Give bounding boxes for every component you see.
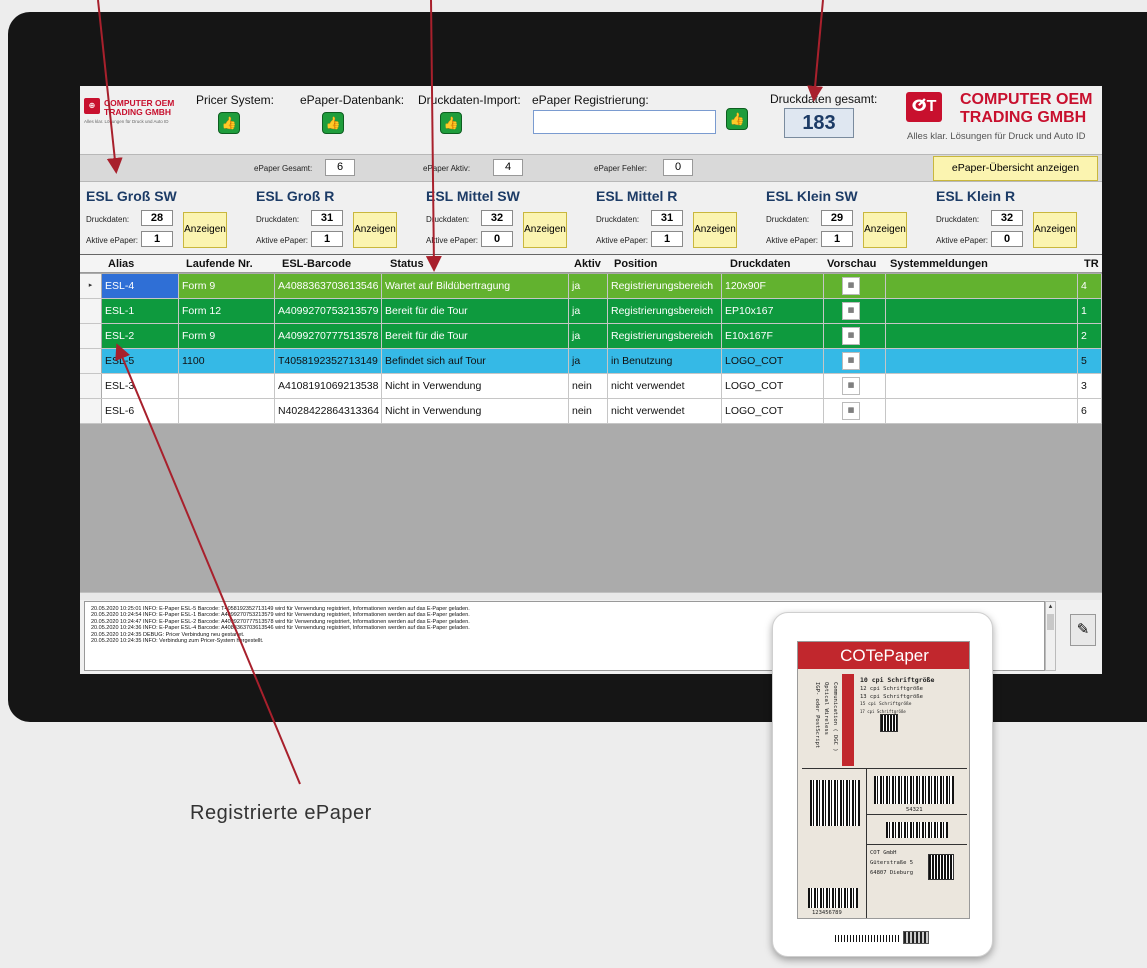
barcode-icon (874, 776, 954, 804)
arrow-to-status (425, 0, 442, 272)
epaper-red-bar (842, 674, 854, 766)
address-line: COT GmbH (870, 850, 897, 856)
divider (866, 768, 867, 918)
epaper-rotated-text-1: Communication ( DGC ) Optical Wireless I… (798, 682, 838, 772)
qr-code-icon (880, 714, 898, 732)
epaper-text: 13 cpi Schriftgröße (860, 694, 923, 700)
device-qr-icon (903, 931, 929, 944)
epaper-text: 12 cpi Schriftgröße (860, 686, 923, 692)
epaper-text: 15 cpi Schriftgröße (860, 702, 912, 707)
epaper-device: COTePaper Communication ( DGC ) Optical … (772, 612, 993, 957)
barcode-icon (808, 888, 858, 908)
barcode-icon (886, 822, 948, 838)
epaper-text: 10 cpi Schriftgröße (860, 676, 935, 684)
epaper-display: COTePaper Communication ( DGC ) Optical … (797, 641, 970, 919)
divider (866, 844, 967, 845)
epaper-header: COTePaper (798, 642, 969, 669)
epaper-text: IGP- oder PostScript (814, 682, 820, 749)
epaper-text: Optical Wireless (823, 682, 829, 735)
barcode-number: 54321 (906, 807, 923, 813)
arrow-to-registered-epaper (115, 343, 301, 785)
divider (802, 768, 967, 769)
annotation-caption: Registrierte ePaper (190, 802, 372, 824)
divider (866, 814, 967, 815)
device-barcode-icon (835, 935, 899, 942)
arrow-to-total (807, 0, 824, 102)
arrow-to-esl-gross-sw (97, 0, 123, 174)
barcode-number: 123456789 (812, 910, 842, 916)
address-line: Güterstraße 5 (870, 860, 914, 866)
barcode-icon (810, 780, 860, 826)
address-line: 64807 Dieburg (870, 870, 914, 876)
qr-code-icon (928, 854, 954, 880)
epaper-text: Communication ( DGC ) (832, 682, 838, 752)
